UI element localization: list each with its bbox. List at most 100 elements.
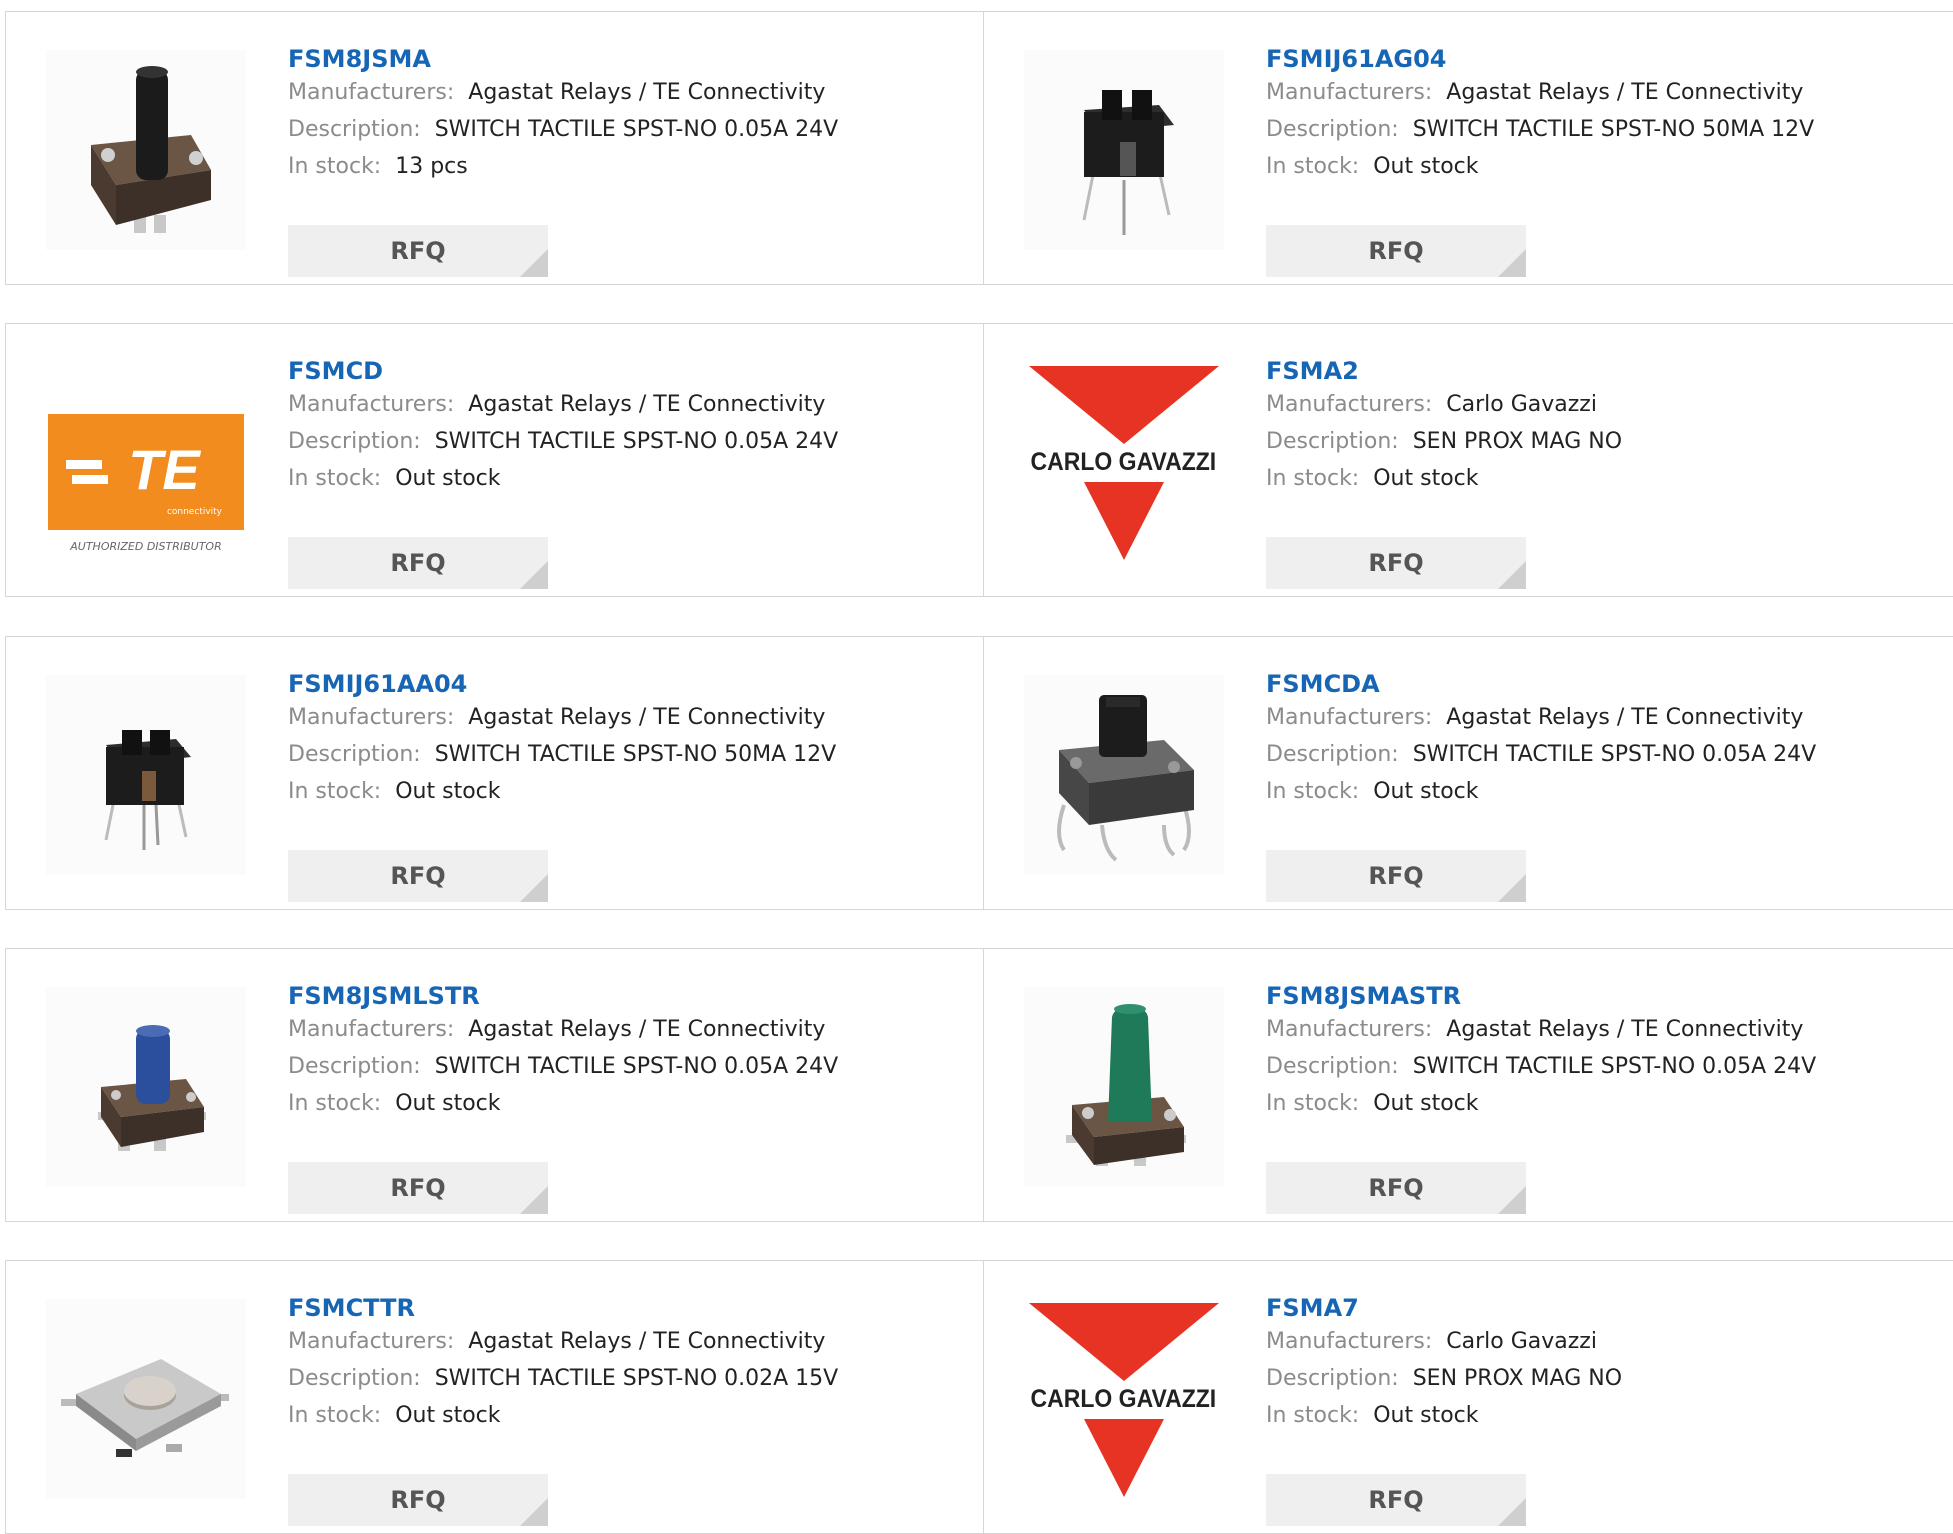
logo-subtext: connectivity: [167, 507, 223, 517]
stock-label: In stock:: [288, 154, 382, 179]
product-card: FSM8JSMA Manufacturers: Agastat Relays / …: [6, 12, 984, 284]
corner-decoration: [520, 1186, 548, 1214]
product-row: FSM8JSMA Manufacturers: Agastat Relays / …: [5, 11, 1953, 285]
manufacturer-line: Manufacturers: Agastat Relays / TE Connec…: [1266, 699, 1906, 736]
stock-line: In stock: Out stock: [288, 460, 928, 497]
part-number-link[interactable]: FSMIJ61AG04: [1266, 44, 1447, 74]
product-image[interactable]: [1024, 987, 1224, 1187]
manufacturer-line: Manufacturers: Agastat Relays / TE Connec…: [288, 1323, 928, 1360]
manufacturer-label: Manufacturers:: [288, 1017, 455, 1042]
rfq-label: RFQ: [1368, 862, 1424, 890]
stock-line: In stock: Out stock: [288, 1397, 928, 1434]
rfq-button[interactable]: RFQ: [288, 1162, 548, 1214]
part-number-link[interactable]: FSMIJ61AA04: [288, 669, 467, 699]
logo-caption: AUTHORIZED DISTRIBUTOR: [69, 540, 222, 553]
manufacturer-line: Manufacturers: Agastat Relays / TE Connec…: [288, 699, 928, 736]
description-line: Description: SWITCH TACTILE SPST-NO 50MA …: [288, 736, 928, 773]
manufacturer-value: Agastat Relays / TE Connectivity: [1446, 80, 1804, 105]
stock-line: In stock: Out stock: [1266, 1085, 1906, 1122]
rfq-button[interactable]: RFQ: [288, 537, 548, 589]
manufacturer-line: Manufacturers: Agastat Relays / TE Connec…: [288, 74, 928, 111]
stock-line: In stock: Out stock: [1266, 773, 1906, 810]
tactile-switch-green-tall-icon: [1066, 1004, 1186, 1166]
product-image[interactable]: [46, 1299, 246, 1499]
part-number-link[interactable]: FSMA2: [1266, 356, 1359, 386]
description-value: SWITCH TACTILE SPST-NO 50MA 12V: [434, 742, 837, 767]
stock-value: Out stock: [1373, 779, 1479, 804]
product-image[interactable]: [46, 50, 246, 250]
description-value: SWITCH TACTILE SPST-NO 0.05A 24V: [434, 117, 839, 142]
rfq-label: RFQ: [390, 549, 446, 577]
product-card: FSM8JSMLSTR Manufacturers: Agastat Relays…: [6, 949, 984, 1221]
part-number-link[interactable]: FSMCTTR: [288, 1293, 415, 1323]
manufacturer-label: Manufacturers:: [288, 392, 455, 417]
manufacturer-label: Manufacturers:: [1266, 80, 1433, 105]
rfq-button[interactable]: RFQ: [1266, 537, 1526, 589]
description-label: Description:: [288, 742, 421, 767]
rfq-button[interactable]: RFQ: [1266, 225, 1526, 277]
manufacturer-label: Manufacturers:: [288, 80, 455, 105]
description-label: Description:: [288, 429, 421, 454]
rfq-button[interactable]: RFQ: [288, 1474, 548, 1526]
corner-decoration: [520, 249, 548, 277]
tactile-switch-black-tall-icon: [91, 66, 211, 233]
product-card: FSMIJ61AG04 Manufacturers: Agastat Relays…: [984, 12, 1953, 284]
rfq-button[interactable]: RFQ: [1266, 1474, 1526, 1526]
manufacturer-value: Agastat Relays / TE Connectivity: [468, 705, 826, 730]
manufacturer-value: Agastat Relays / TE Connectivity: [1446, 1017, 1804, 1042]
manufacturer-value: Carlo Gavazzi: [1446, 1329, 1597, 1354]
corner-decoration: [1498, 249, 1526, 277]
part-number-link[interactable]: FSM8JSMLSTR: [288, 981, 480, 1011]
stock-value: Out stock: [1373, 154, 1479, 179]
part-number-link[interactable]: FSMCDA: [1266, 669, 1380, 699]
product-image[interactable]: [46, 987, 246, 1187]
manufacturer-value: Agastat Relays / TE Connectivity: [468, 1017, 826, 1042]
rfq-label: RFQ: [390, 237, 446, 265]
product-image[interactable]: [1024, 675, 1224, 875]
stock-value: Out stock: [395, 779, 501, 804]
part-number-link[interactable]: FSM8JSMA: [288, 44, 431, 74]
rfq-label: RFQ: [390, 862, 446, 890]
description-label: Description:: [1266, 1366, 1399, 1391]
stock-value: Out stock: [1373, 1091, 1479, 1116]
manufacturer-line: Manufacturers: Agastat Relays / TE Connec…: [1266, 74, 1906, 111]
stock-label: In stock:: [288, 1091, 382, 1116]
description-line: Description: SEN PROX MAG NO: [1266, 423, 1906, 460]
rfq-button[interactable]: RFQ: [288, 850, 548, 902]
part-number-link[interactable]: FSMCD: [288, 356, 383, 386]
manufacturer-line: Manufacturers: Agastat Relays / TE Connec…: [1266, 1011, 1906, 1048]
product-image[interactable]: [1024, 50, 1224, 250]
description-label: Description:: [288, 1366, 421, 1391]
product-image[interactable]: CARLO GAVAZZI: [1024, 362, 1224, 562]
manufacturer-label: Manufacturers:: [288, 1329, 455, 1354]
rfq-button[interactable]: RFQ: [1266, 850, 1526, 902]
rfq-label: RFQ: [1368, 237, 1424, 265]
description-label: Description:: [1266, 117, 1399, 142]
part-number-link[interactable]: FSMA7: [1266, 1293, 1359, 1323]
description-line: Description: SEN PROX MAG NO: [1266, 1360, 1906, 1397]
stock-label: In stock:: [288, 779, 382, 804]
description-label: Description:: [1266, 742, 1399, 767]
product-card: FSMIJ61AA04 Manufacturers: Agastat Relays…: [6, 637, 984, 909]
logo-text: CARLO GAVAZZI: [1031, 448, 1217, 476]
stock-value: Out stock: [1373, 1403, 1479, 1428]
rfq-button[interactable]: RFQ: [288, 225, 548, 277]
rfq-button[interactable]: RFQ: [1266, 1162, 1526, 1214]
rfq-label: RFQ: [1368, 1486, 1424, 1514]
stock-label: In stock:: [1266, 1091, 1360, 1116]
corner-decoration: [1498, 874, 1526, 902]
stock-label: In stock:: [1266, 466, 1360, 491]
description-label: Description:: [1266, 429, 1399, 454]
product-image[interactable]: [46, 675, 246, 875]
manufacturer-label: Manufacturers:: [288, 705, 455, 730]
description-line: Description: SWITCH TACTILE SPST-NO 0.05A…: [288, 423, 928, 460]
stock-value: Out stock: [395, 1091, 501, 1116]
product-card: CARLO GAVAZZI FSMA2 Manufacturers: Carlo …: [984, 324, 1953, 596]
description-line: Description: SWITCH TACTILE SPST-NO 0.05A…: [288, 1048, 928, 1085]
stock-label: In stock:: [1266, 779, 1360, 804]
part-number-link[interactable]: FSM8JSMASTR: [1266, 981, 1461, 1011]
product-image[interactable]: CARLO GAVAZZI: [1024, 1299, 1224, 1499]
rfq-label: RFQ: [390, 1486, 446, 1514]
product-image[interactable]: TE connectivity AUTHORIZED DISTRIBUTOR: [46, 362, 246, 562]
stock-value: 13 pcs: [395, 154, 468, 179]
